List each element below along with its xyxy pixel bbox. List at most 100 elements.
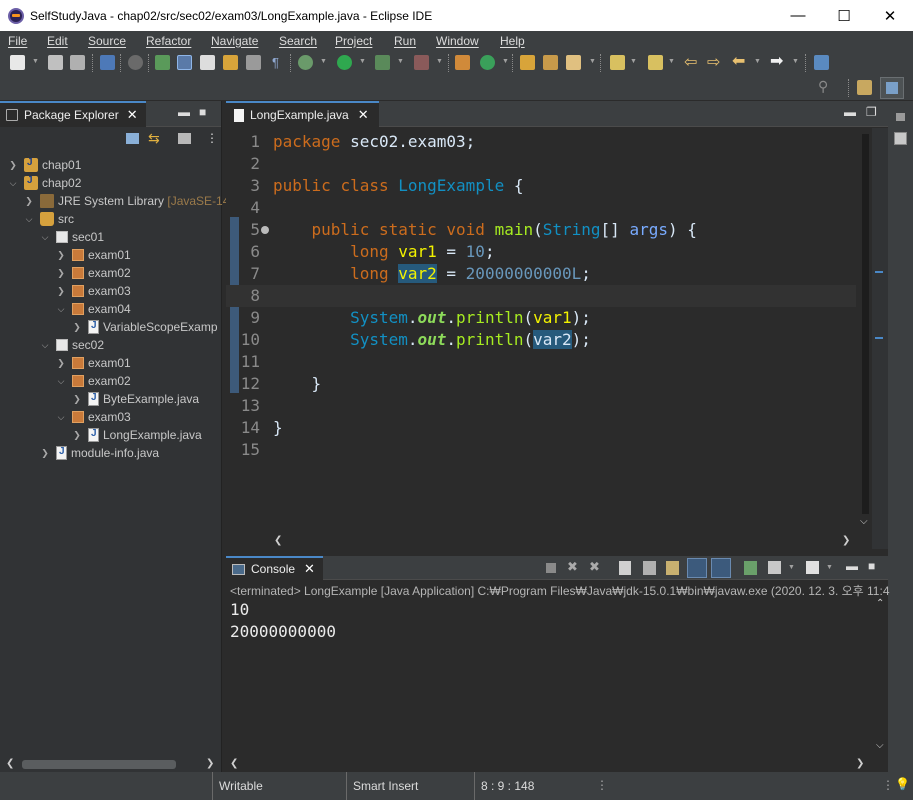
fold-toggle-icon[interactable] bbox=[261, 226, 269, 234]
close-tab-icon[interactable]: ✕ bbox=[304, 561, 315, 577]
filter-icon[interactable] bbox=[178, 133, 191, 144]
save-icon[interactable] bbox=[48, 55, 63, 70]
tab-console[interactable]: Console ✕ bbox=[226, 556, 323, 580]
open-console-icon[interactable] bbox=[806, 561, 819, 574]
tree-item-sec01[interactable]: ⌵ sec01 bbox=[40, 228, 104, 246]
code-line[interactable]: 12 } bbox=[226, 373, 856, 395]
collapse-arrow-icon[interactable]: ⌵ bbox=[56, 376, 66, 387]
scroll-lock-icon[interactable] bbox=[643, 561, 656, 575]
expand-arrow-icon[interactable]: ❯ bbox=[56, 268, 66, 279]
open-perspective-icon[interactable] bbox=[814, 55, 829, 70]
outline-icon[interactable] bbox=[894, 132, 907, 145]
next-annotation-icon[interactable] bbox=[610, 55, 625, 70]
maximize-button[interactable]: ☐ bbox=[821, 0, 867, 31]
external-tools-icon[interactable] bbox=[414, 55, 429, 70]
scroll-down-icon[interactable]: ⌵ bbox=[860, 516, 868, 527]
tree-item-src[interactable]: ⌵ src bbox=[24, 210, 74, 228]
toggle-ant-editor-icon[interactable] bbox=[155, 55, 170, 70]
restore-icon[interactable] bbox=[896, 113, 905, 121]
menu-source[interactable]: Source bbox=[88, 34, 126, 48]
last-edit-location-icon[interactable]: ⇦ bbox=[684, 52, 697, 72]
tree-item-sec01-exam02[interactable]: ❯ exam02 bbox=[56, 264, 130, 282]
code-line[interactable]: 11 bbox=[226, 351, 856, 373]
editor-vscrollbar[interactable]: ⌵ bbox=[858, 128, 872, 533]
debug-icon[interactable] bbox=[298, 55, 313, 70]
tree-item-sec02-exam03[interactable]: ⌵ exam03 bbox=[56, 408, 131, 426]
open-perspective-button-icon[interactable] bbox=[857, 80, 872, 95]
collapse-arrow-icon[interactable]: ⌵ bbox=[56, 304, 66, 315]
word-wrap-console-icon[interactable] bbox=[666, 561, 679, 575]
expand-arrow-icon[interactable]: ❯ bbox=[56, 250, 66, 261]
previous-annotation-icon[interactable] bbox=[648, 55, 663, 70]
view-menu-icon[interactable]: ⋮ bbox=[206, 131, 218, 145]
tree-item-jre-library[interactable]: ❯ JRE System Library [JavaSE-14 bbox=[24, 192, 229, 210]
scroll-left-icon[interactable]: ❮ bbox=[274, 535, 282, 546]
block-selection-icon[interactable] bbox=[200, 55, 215, 70]
overview-ruler[interactable] bbox=[872, 128, 888, 549]
scroll-down-icon[interactable]: ⌵ bbox=[876, 740, 884, 751]
search-toolbar-icon[interactable] bbox=[566, 55, 581, 70]
minimize-pane-icon[interactable]: ▬ bbox=[846, 559, 858, 573]
menu-file[interactable]: File bbox=[8, 34, 27, 48]
skip-breakpoints-icon[interactable] bbox=[128, 55, 143, 70]
code-line[interactable]: 15 bbox=[226, 439, 856, 461]
tree-item-chap01[interactable]: ❯ chap01 bbox=[8, 156, 81, 174]
clear-console-icon[interactable] bbox=[619, 561, 631, 575]
tree-item-sec02-exam02[interactable]: ⌵ exam02 bbox=[56, 372, 131, 390]
expand-arrow-icon[interactable]: ❯ bbox=[72, 394, 82, 405]
tree-item-byteexample[interactable]: ❯ ByteExample.java bbox=[72, 390, 199, 408]
collapse-arrow-icon[interactable]: ⌵ bbox=[8, 178, 18, 189]
expand-arrow-icon[interactable]: ❯ bbox=[8, 160, 18, 171]
forward-icon[interactable]: ➡ bbox=[770, 51, 783, 71]
tree-item-chap02[interactable]: ⌵ chap02 bbox=[8, 174, 81, 192]
occurrence-marker[interactable] bbox=[875, 337, 883, 339]
pilcrow-icon[interactable]: ¶ bbox=[272, 55, 279, 70]
save-all-icon[interactable] bbox=[70, 55, 85, 70]
status-menu-icon[interactable]: ⋮ bbox=[882, 778, 894, 792]
expand-arrow-icon[interactable]: ❯ bbox=[56, 286, 66, 297]
display-console-icon[interactable] bbox=[768, 561, 781, 574]
coverage-icon[interactable] bbox=[375, 55, 390, 70]
tab-longexample[interactable]: LongExample.java ✕ bbox=[226, 101, 379, 127]
menu-run[interactable]: Run bbox=[394, 34, 416, 48]
new-dropdown-icon[interactable]: ▼ bbox=[32, 58, 39, 65]
word-wrap-icon[interactable] bbox=[223, 55, 238, 70]
scroll-thumb[interactable] bbox=[22, 760, 176, 769]
menu-help[interactable]: Help bbox=[500, 34, 525, 48]
expand-arrow-icon[interactable]: ❯ bbox=[72, 322, 82, 333]
show-on-stderr-button[interactable] bbox=[711, 558, 731, 578]
occurrence-marker[interactable] bbox=[875, 271, 883, 273]
expand-arrow-icon[interactable]: ❯ bbox=[24, 196, 34, 207]
scroll-left-icon[interactable]: ❮ bbox=[6, 758, 14, 769]
new-icon[interactable] bbox=[10, 55, 25, 70]
back-icon[interactable]: ⬅ bbox=[732, 51, 745, 71]
menu-project[interactable]: Project bbox=[335, 34, 372, 48]
new-java-project-icon[interactable] bbox=[455, 55, 470, 70]
menu-edit[interactable]: Edit bbox=[47, 34, 68, 48]
code-line[interactable]: 13 bbox=[226, 395, 856, 417]
editor-hscrollbar[interactable]: ❮ ❯ bbox=[272, 533, 856, 549]
tree-item-longexample[interactable]: ❯ LongExample.java bbox=[72, 426, 202, 444]
scroll-right-icon[interactable]: ❯ bbox=[856, 758, 864, 769]
terminate-icon[interactable] bbox=[546, 563, 556, 573]
remove-all-launches-icon[interactable]: ✖ bbox=[589, 559, 600, 575]
status-insert-mode[interactable]: Smart Insert bbox=[346, 772, 418, 800]
code-line[interactable]: 14} bbox=[226, 417, 856, 439]
tree-item-sec01-exam01[interactable]: ❯ exam01 bbox=[56, 246, 130, 264]
toggle-mark-occurrences-icon[interactable] bbox=[177, 55, 192, 70]
menu-refactor[interactable]: Refactor bbox=[146, 34, 191, 48]
code-line[interactable]: 7 long var2 = 20000000000L; bbox=[226, 263, 856, 285]
new-class-icon[interactable] bbox=[480, 55, 495, 70]
scroll-right-icon[interactable]: ❯ bbox=[842, 535, 850, 546]
run-icon[interactable] bbox=[337, 55, 352, 70]
show-whitespace-icon[interactable] bbox=[246, 55, 261, 70]
code-text-area[interactable]: 1 package sec02.exam03; 2 3 public class Lon… bbox=[226, 128, 888, 533]
tab-package-explorer[interactable]: Package Explorer ✕ bbox=[0, 100, 146, 127]
tip-bulb-icon[interactable]: 💡 bbox=[895, 777, 910, 791]
code-line[interactable]: 3 public class LongExample { bbox=[226, 175, 856, 197]
code-line[interactable]: 1 package sec02.exam03; bbox=[226, 131, 856, 153]
tree-item-module-info[interactable]: ❯ module-info.java bbox=[40, 444, 159, 462]
collapse-arrow-icon[interactable]: ⌵ bbox=[56, 412, 66, 423]
terminal-icon[interactable] bbox=[100, 55, 115, 70]
pin-console-icon[interactable] bbox=[744, 561, 757, 575]
